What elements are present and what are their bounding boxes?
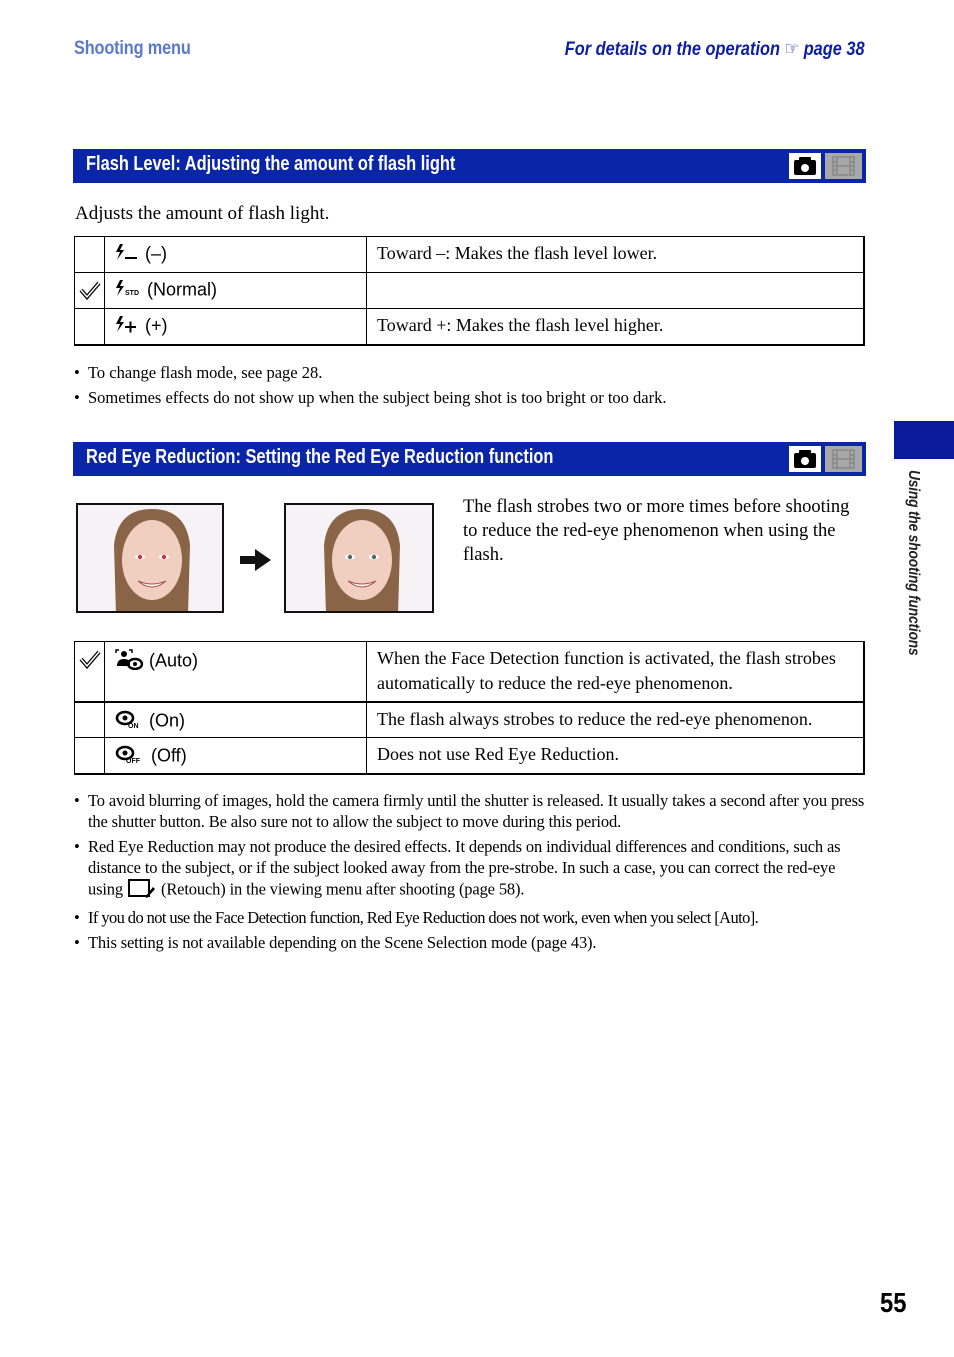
option-description: The flash always strobes to reduce the r… bbox=[366, 701, 865, 738]
camera-icon bbox=[789, 153, 821, 179]
section-title: Shooting menu bbox=[74, 38, 191, 59]
note-item: To change flash mode, see page 28. bbox=[74, 362, 874, 383]
red-eye-title: Red Eye Reduction: Setting the Red Eye R… bbox=[86, 446, 554, 468]
option-description: Toward –: Makes the flash level lower. bbox=[366, 236, 865, 273]
selection-cell bbox=[74, 308, 105, 345]
pointing-hand-icon: ☞ bbox=[784, 39, 800, 60]
red-eye-heading-bar: Red Eye Reduction: Setting the Red Eye R… bbox=[73, 442, 866, 476]
flash-minus-icon bbox=[114, 243, 140, 266]
before-red-eye-photo bbox=[76, 503, 224, 613]
note-item: To avoid blurring of images, hold the ca… bbox=[74, 790, 869, 832]
option-description: Toward +: Makes the flash level higher. bbox=[366, 308, 865, 345]
after-red-eye-photo bbox=[284, 503, 434, 613]
red-eye-notes: To avoid blurring of images, hold the ca… bbox=[74, 790, 869, 957]
selection-cell bbox=[74, 272, 105, 309]
details-reference: For details on the operation ☞ page 38 bbox=[565, 38, 865, 61]
details-page-link[interactable]: page 38 bbox=[804, 39, 865, 60]
chapter-tab bbox=[894, 421, 954, 459]
checkmark-icon bbox=[78, 280, 101, 305]
arrow-right-icon bbox=[240, 548, 272, 577]
movie-icon bbox=[825, 153, 862, 179]
movie-icon bbox=[825, 446, 862, 472]
redeye-on-icon: ON bbox=[114, 709, 144, 734]
retouch-icon bbox=[127, 878, 157, 903]
table-row[interactable]: (–) Toward –: Makes the flash level lowe… bbox=[74, 236, 865, 273]
selection-cell bbox=[74, 236, 105, 273]
flash-level-heading-bar: Flash Level: Adjusting the amount of fla… bbox=[73, 149, 866, 183]
selection-cell bbox=[74, 737, 105, 774]
selection-cell bbox=[74, 641, 105, 702]
face-redeye-auto-icon bbox=[114, 648, 144, 675]
svg-text:ON: ON bbox=[128, 723, 139, 729]
svg-text:STD: STD bbox=[125, 290, 139, 297]
option-label: (–) bbox=[145, 243, 168, 264]
note-item: Sometimes effects do not show up when th… bbox=[74, 387, 874, 408]
chapter-label: Using the shooting functions bbox=[905, 470, 922, 656]
option-label: (+) bbox=[145, 315, 168, 336]
red-eye-table: (Auto) When the Face Detection function … bbox=[74, 641, 865, 775]
flash-level-intro: Adjusts the amount of flash light. bbox=[75, 203, 330, 224]
table-row[interactable]: (Auto) When the Face Detection function … bbox=[74, 641, 865, 702]
option-description: Does not use Red Eye Reduction. bbox=[366, 737, 865, 774]
note-item: Red Eye Reduction may not produce the de… bbox=[74, 836, 869, 903]
option-label: (On) bbox=[149, 709, 186, 730]
table-row[interactable]: ON (On) The flash always strobes to redu… bbox=[74, 701, 865, 738]
page-number: 55 bbox=[880, 1287, 907, 1318]
checkmark-icon bbox=[78, 649, 101, 674]
option-description bbox=[366, 272, 865, 309]
flash-plus-icon bbox=[114, 315, 140, 338]
flash-level-notes: To change flash mode, see page 28. Somet… bbox=[74, 362, 874, 412]
note-item: This setting is not available depending … bbox=[74, 932, 869, 953]
redeye-off-icon: OFF bbox=[114, 744, 146, 769]
selection-cell bbox=[74, 701, 105, 738]
camera-icon bbox=[789, 446, 821, 472]
red-eye-intro: The flash strobes two or more times befo… bbox=[463, 497, 850, 565]
flash-level-title: Flash Level: Adjusting the amount of fla… bbox=[86, 153, 456, 175]
note-item: If you do not use the Face Detection fun… bbox=[74, 907, 869, 928]
option-description: When the Face Detection function is acti… bbox=[366, 641, 865, 702]
table-row[interactable]: (+) Toward +: Makes the flash level high… bbox=[74, 308, 865, 345]
svg-text:OFF: OFF bbox=[126, 758, 141, 764]
details-prefix: For details on the operation bbox=[565, 39, 781, 60]
option-label: (Off) bbox=[151, 745, 187, 766]
option-label: (Normal) bbox=[147, 279, 218, 300]
flash-std-icon: STD bbox=[114, 279, 142, 302]
option-label: (Auto) bbox=[149, 650, 199, 671]
table-row[interactable]: OFF (Off) Does not use Red Eye Reduction… bbox=[74, 737, 865, 774]
table-row[interactable]: STD (Normal) bbox=[74, 272, 865, 309]
flash-level-table: (–) Toward –: Makes the flash level lowe… bbox=[74, 236, 865, 346]
